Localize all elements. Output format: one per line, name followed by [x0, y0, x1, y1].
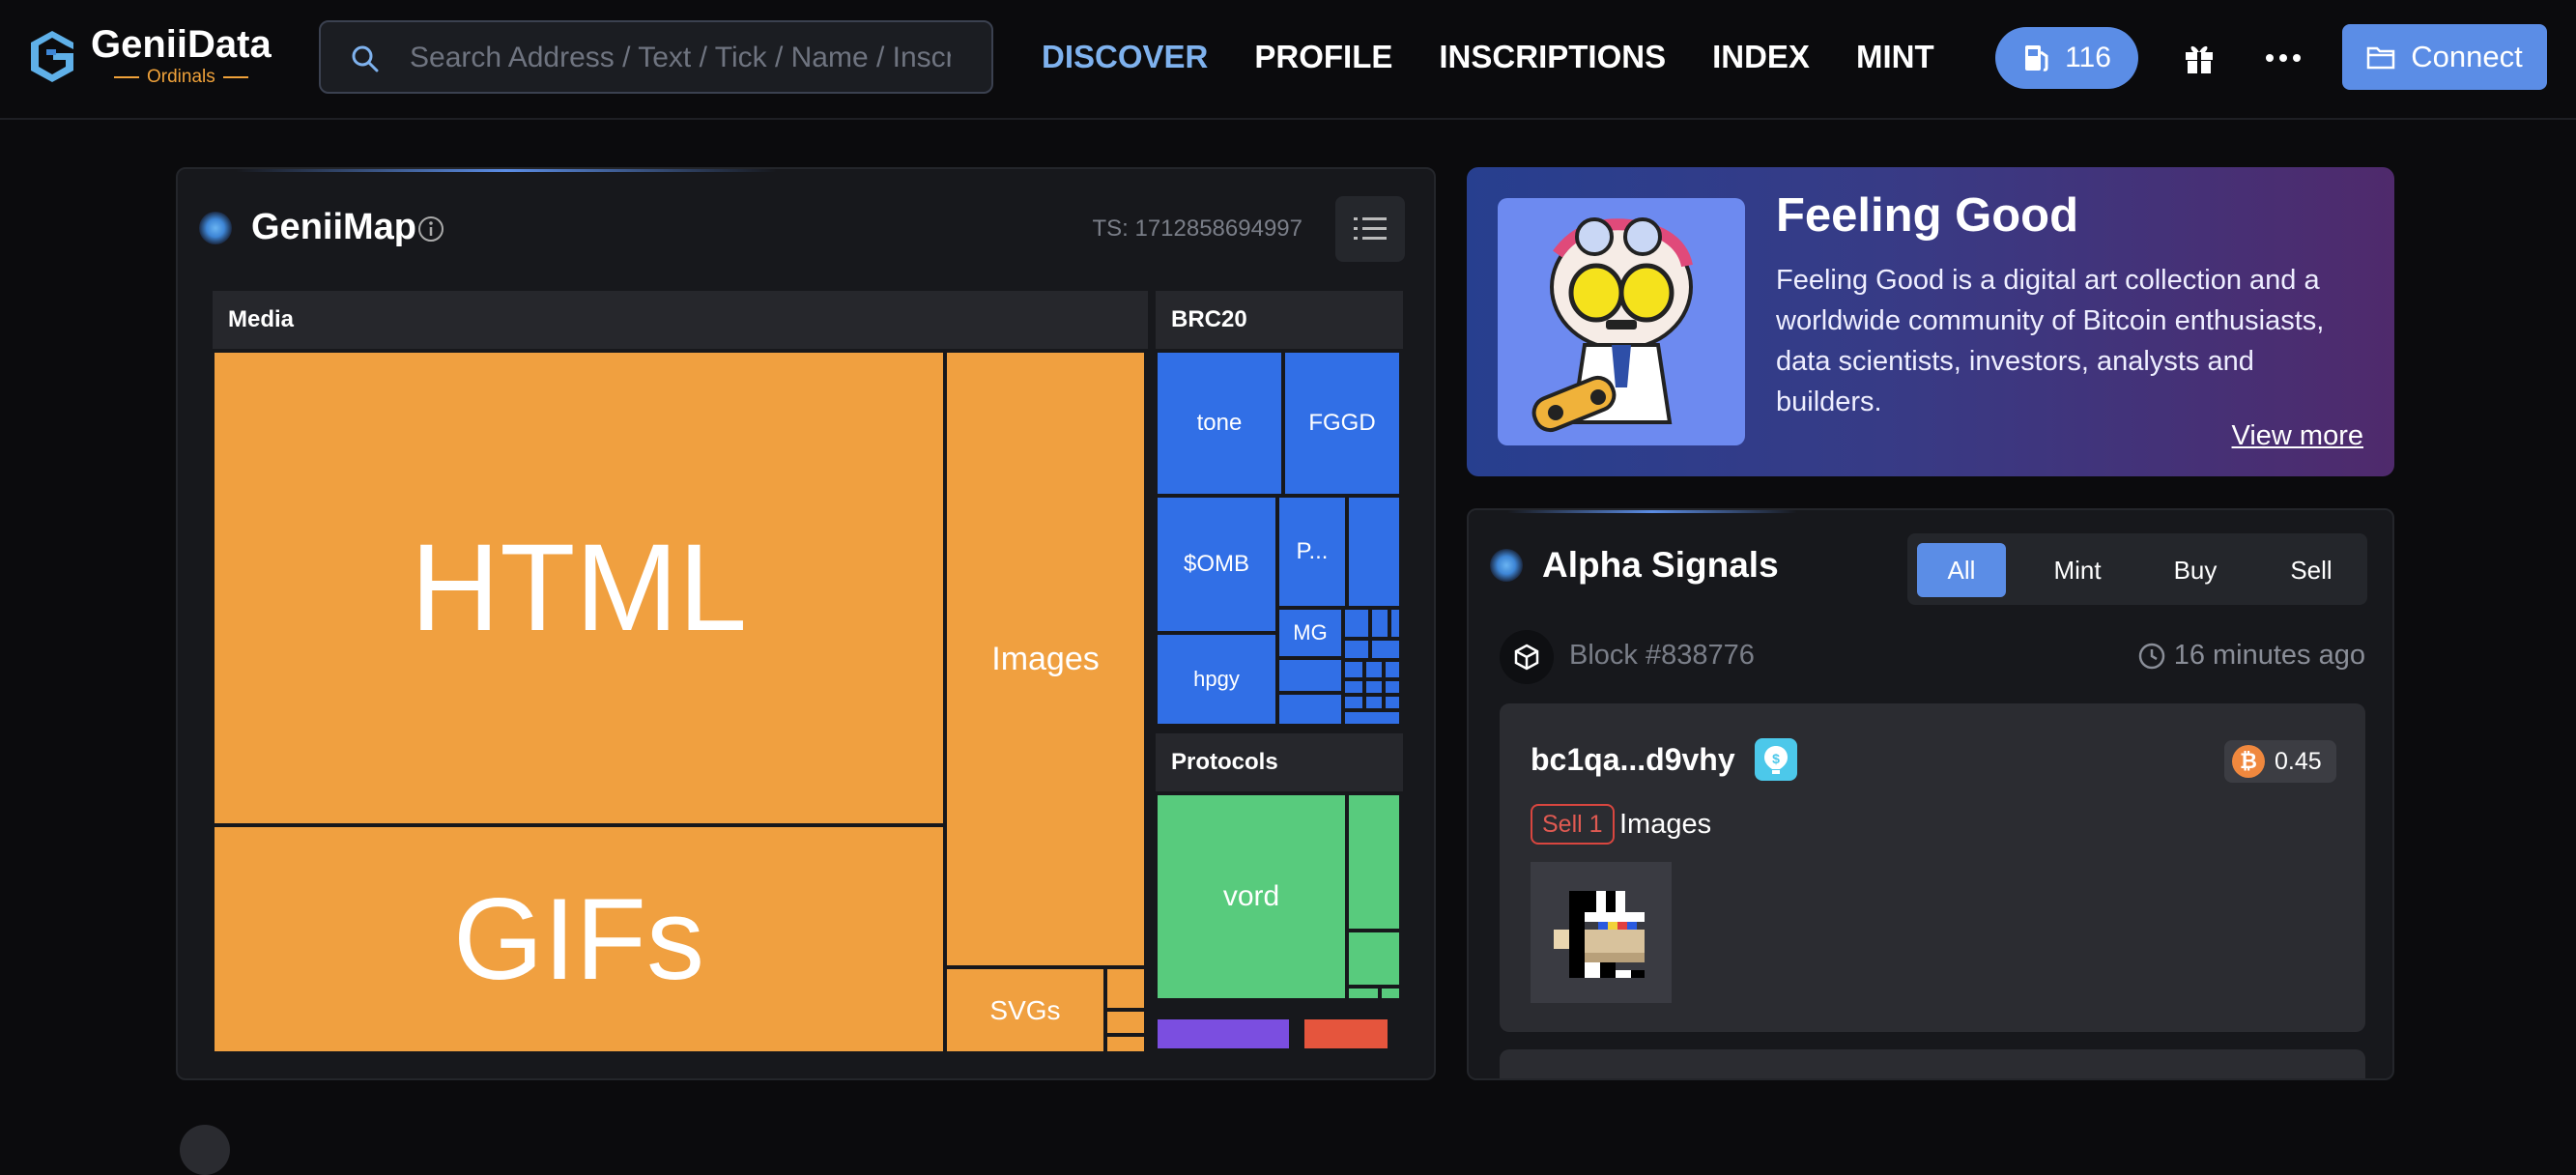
- sell-tag: Sell 1: [1531, 804, 1615, 845]
- treemap-cell-small-blue[interactable]: [1366, 697, 1382, 708]
- wallet-address[interactable]: bc1qa...d9vhy: [1531, 742, 1735, 778]
- price-badge: ₿ 0.45: [2224, 740, 2336, 783]
- treemap-cell-html[interactable]: HTML: [215, 353, 943, 823]
- wallet-icon: [2367, 46, 2395, 70]
- gas-pump-icon: [2025, 45, 2048, 72]
- search-input[interactable]: [408, 36, 953, 80]
- tab-sell[interactable]: Sell: [2267, 543, 2356, 597]
- treemap-cell-small-green[interactable]: [1349, 795, 1399, 929]
- logo[interactable]: GeniiData Ordinals: [27, 25, 272, 87]
- treemap-cell-small[interactable]: [1107, 969, 1144, 1008]
- clock-icon: [2138, 643, 2164, 669]
- nav-profile[interactable]: PROFILE: [1254, 35, 1392, 79]
- media-header: Media: [213, 291, 1148, 349]
- treemap-cell-hpgy[interactable]: hpgy: [1158, 635, 1275, 724]
- signal-tabs: All Mint Buy Sell: [1907, 533, 2367, 605]
- top-header: GeniiData Ordinals DISCOVER PROFILE INSC…: [0, 0, 2576, 120]
- cube-icon: [1500, 630, 1554, 684]
- alpha-signals-title: Alpha Signals: [1542, 545, 1779, 585]
- brand-sub: Ordinals: [91, 68, 272, 87]
- panel-glow: [1507, 510, 1797, 513]
- nav-inscriptions[interactable]: INSCRIPTIONS: [1439, 35, 1666, 79]
- block-row: Block #838776 16 minutes ago: [1500, 630, 2365, 684]
- treemap-cell-small-blue[interactable]: [1345, 662, 1362, 677]
- treemap-cell-small-green[interactable]: [1349, 932, 1399, 985]
- alpha-dot-icon: [1490, 549, 1523, 582]
- treemap-cell-small-blue[interactable]: [1366, 681, 1382, 693]
- nav-index[interactable]: INDEX: [1712, 35, 1810, 79]
- protocols-header: Protocols: [1156, 733, 1403, 791]
- treemap-cell-small-green[interactable]: [1349, 989, 1378, 998]
- treemap-cell-red[interactable]: [1304, 1019, 1388, 1048]
- price-value: 0.45: [2275, 747, 2322, 775]
- signal-card-next[interactable]: [1500, 1049, 2365, 1078]
- tab-all[interactable]: All: [1917, 543, 2006, 597]
- gas-fee-button[interactable]: 116: [1995, 27, 2138, 89]
- treemap-cell-small-blue[interactable]: [1386, 697, 1399, 708]
- treemap-cell-small-blue[interactable]: [1345, 712, 1399, 724]
- treemap-cell-small[interactable]: [1107, 1012, 1144, 1033]
- bitcoin-icon: ₿: [2232, 745, 2265, 778]
- alpha-signals-panel: Alpha Signals All Mint Buy Sell Block #8…: [1467, 508, 2394, 1080]
- treemap-cell-gifs[interactable]: GIFs: [215, 827, 943, 1051]
- featured-description: Feeling Good is a digital art collection…: [1776, 265, 2325, 417]
- main-nav: DISCOVER PROFILE INSCRIPTIONS INDEX MINT: [1042, 35, 1981, 79]
- dollar-badge-icon: $: [1755, 738, 1797, 781]
- brc20-header: BRC20: [1156, 291, 1403, 349]
- treemap-cell-omb[interactable]: $OMB: [1158, 498, 1275, 631]
- connect-label: Connect: [2411, 40, 2523, 73]
- treemap-cell-small-blue[interactable]: [1391, 610, 1399, 637]
- treemap-cell-small-green[interactable]: [1382, 989, 1399, 998]
- treemap-cell-vord[interactable]: vord: [1158, 795, 1345, 998]
- treemap-cell-small-blue[interactable]: [1279, 695, 1341, 724]
- treemap-cell-svgs[interactable]: SVGs: [947, 969, 1103, 1051]
- svg-text:$: $: [1772, 751, 1780, 766]
- geniimap-panel: GeniiMap TS: 1712858694997 Media HTML GI…: [176, 167, 1436, 1080]
- treemap-cell-fggd[interactable]: FGGD: [1285, 353, 1399, 494]
- treemap-cell-small-blue[interactable]: [1366, 662, 1382, 677]
- nav-discover[interactable]: DISCOVER: [1042, 35, 1208, 79]
- treemap-cell-small-blue[interactable]: [1386, 681, 1399, 693]
- treemap-cell-small-blue[interactable]: [1372, 641, 1399, 658]
- time-ago: 16 minutes ago: [2137, 640, 2365, 672]
- treemap-cell-small-blue[interactable]: [1345, 610, 1368, 637]
- inscription-thumbnail[interactable]: [1531, 862, 1672, 1003]
- treemap-cell-purple[interactable]: [1158, 1019, 1289, 1048]
- block-number[interactable]: Block #838776: [1569, 640, 1755, 672]
- geniidata-logo-icon: [31, 31, 73, 82]
- treemap-cell-mg[interactable]: MG: [1279, 610, 1341, 656]
- view-more-link[interactable]: View more: [2232, 420, 2363, 452]
- more-dots-icon[interactable]: [2265, 41, 2302, 75]
- inscription-type: Images: [1619, 809, 1712, 840]
- treemap-cell-small-blue[interactable]: [1386, 662, 1399, 677]
- treemap-cell-images[interactable]: Images: [947, 353, 1144, 965]
- featured-collection-image: [1498, 198, 1745, 445]
- treemap-cell-tone[interactable]: tone: [1158, 353, 1281, 494]
- tab-mint[interactable]: Mint: [2033, 543, 2122, 597]
- featured-collection-card[interactable]: Feeling Good Feeling Good is a digital a…: [1467, 167, 2394, 476]
- treemap-cell-small-blue[interactable]: [1349, 498, 1399, 606]
- treemap: Media HTML GIFs Images SVGs BRC20 tone F…: [178, 169, 1434, 1078]
- character-illustration: [1531, 217, 1693, 433]
- tab-buy[interactable]: Buy: [2151, 543, 2240, 597]
- search-box[interactable]: [319, 20, 993, 94]
- treemap-cell-p[interactable]: P...: [1279, 498, 1345, 606]
- scroll-indicator: [180, 1125, 230, 1175]
- time-ago-text: 16 minutes ago: [2173, 640, 2365, 671]
- signal-card[interactable]: bc1qa...d9vhy $ ₿ 0.45 Sell 1 Images: [1500, 703, 2365, 1032]
- featured-title: Feeling Good: [1776, 189, 2079, 242]
- search-icon: [352, 45, 379, 72]
- gas-value: 116: [2065, 42, 2111, 73]
- treemap-cell-small-blue[interactable]: [1372, 610, 1388, 637]
- treemap-cell-small-blue[interactable]: [1345, 697, 1362, 708]
- gift-icon[interactable]: [2182, 41, 2217, 75]
- treemap-cell-small-blue[interactable]: [1345, 681, 1362, 693]
- treemap-cell-small-blue[interactable]: [1345, 641, 1368, 658]
- treemap-cell-small-blue[interactable]: [1279, 660, 1341, 691]
- treemap-cell-small[interactable]: [1107, 1037, 1144, 1051]
- connect-button[interactable]: Connect: [2342, 24, 2547, 90]
- brand-name: GeniiData: [91, 23, 272, 66]
- nav-mint[interactable]: MINT: [1856, 35, 1934, 79]
